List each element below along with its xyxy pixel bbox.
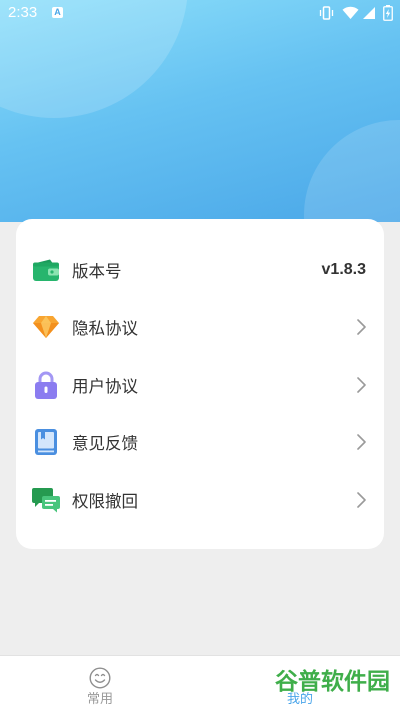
app-screen: 2:33 A 版本号 v1.8.3 隐私协议 用户协议 意见反馈 权限撤回 常用… (0, 0, 400, 710)
menu-item-label: 用户协议 (72, 376, 138, 396)
menu-item-user-agreement[interactable]: 用户协议 (16, 356, 384, 414)
decorative-circle-right (304, 120, 400, 222)
tab-label: 常用 (86, 692, 113, 707)
version-value: v1.8.3 (321, 260, 366, 278)
lock-icon (32, 371, 60, 399)
vibrate-icon (319, 6, 334, 20)
book-icon (32, 428, 60, 456)
notification-badge-icon: A (52, 7, 63, 18)
menu-item-label: 版本号 (72, 261, 122, 281)
chevron-right-icon (354, 319, 366, 336)
chevron-right-icon (354, 376, 366, 393)
wifi-icon (342, 6, 359, 19)
battery-charging-icon (383, 5, 393, 21)
settings-card: 版本号 v1.8.3 隐私协议 用户协议 意见反馈 权限撤回 (16, 219, 384, 549)
menu-item-version[interactable]: 版本号 v1.8.3 (16, 241, 384, 299)
wallet-icon (32, 256, 60, 284)
diamond-icon (32, 313, 60, 341)
tab-common[interactable]: 常用 (0, 656, 200, 710)
chevron-right-icon (354, 434, 366, 451)
chat-icon (32, 486, 60, 514)
menu-item-label: 权限撤回 (72, 491, 138, 511)
menu-item-label: 隐私协议 (72, 319, 138, 339)
menu-item-label: 意见反馈 (72, 434, 138, 454)
status-bar: 2:33 A (0, 0, 400, 26)
menu-item-revoke-permissions[interactable]: 权限撤回 (16, 471, 384, 529)
menu-item-privacy-policy[interactable]: 隐私协议 (16, 299, 384, 357)
smile-icon (89, 667, 111, 689)
chevron-right-icon (354, 491, 366, 508)
menu-item-feedback[interactable]: 意见反馈 (16, 414, 384, 472)
header-banner (0, 0, 400, 222)
signal-icon (363, 7, 375, 19)
watermark: 谷普软件园 (275, 669, 390, 695)
status-time: 2:33 (8, 4, 38, 21)
